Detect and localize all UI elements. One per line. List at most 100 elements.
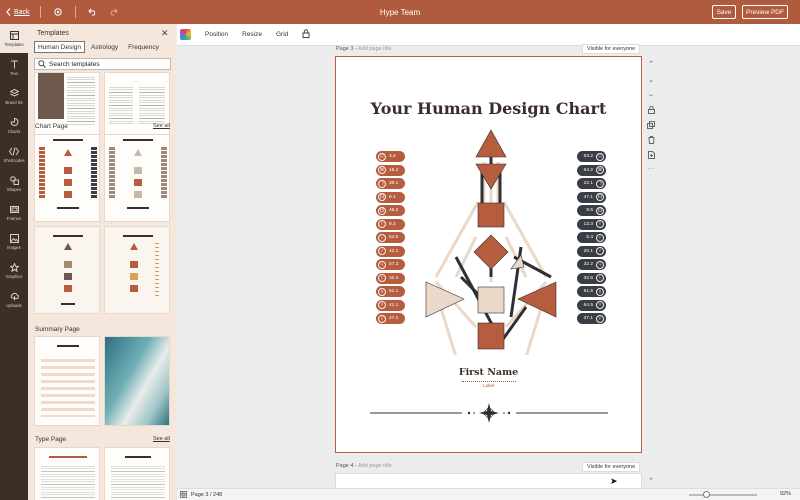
gate-pill[interactable]: ♅ 51.1	[376, 286, 405, 297]
resize-button[interactable]: Resize	[242, 31, 262, 38]
gate-pill[interactable]: ♂ 42.1	[376, 245, 405, 257]
add-page-title-input[interactable]: Add page title	[358, 463, 392, 469]
throat-center[interactable]	[477, 202, 505, 228]
save-button[interactable]: Save	[712, 5, 736, 19]
see-all-link[interactable]: See all	[153, 123, 170, 129]
add-page-icon[interactable]	[645, 149, 657, 161]
tab-frequency[interactable]: Frequency	[124, 41, 163, 53]
template-thumbnail[interactable]	[104, 447, 170, 500]
duplicate-icon[interactable]	[645, 119, 657, 131]
rail-item-charts[interactable]: Charts	[0, 111, 28, 140]
name-label[interactable]: Label	[336, 383, 641, 388]
gate-pill[interactable]: ♀ 54.5	[376, 232, 405, 243]
collapse-icon[interactable]: ⌣	[645, 90, 657, 102]
search-input[interactable]	[49, 60, 149, 68]
chevron-down-icon[interactable]: ⌄	[645, 74, 657, 86]
more-icon[interactable]: ⋯	[645, 163, 657, 175]
template-thumbnail[interactable]	[104, 336, 170, 426]
thumbnail-pills-right	[91, 147, 97, 199]
gate-pill[interactable]: 37.1 ♇	[577, 313, 606, 324]
gate-pill[interactable]: 32.6 ♄	[577, 272, 606, 284]
template-thumbnail[interactable]	[34, 336, 100, 426]
gate-pill[interactable]: 22.1 ☽	[577, 178, 606, 189]
add-page-title-input[interactable]: Add page title	[358, 46, 392, 52]
page-navigator[interactable]: Page 3 / 248	[180, 491, 222, 498]
redo-icon[interactable]	[106, 5, 120, 19]
gate-pill[interactable]: ♆ 41.1	[376, 299, 405, 311]
close-icon[interactable]: ✕	[161, 28, 169, 39]
grid-view-icon	[180, 491, 187, 498]
spleen-center[interactable]	[425, 281, 465, 318]
gate-pill[interactable]: ☉ 3.4	[376, 151, 405, 162]
gate-pill[interactable]: 51.5 ♅	[577, 286, 606, 297]
rail-item-shapes[interactable]: Shapes	[0, 169, 28, 198]
chevron-up-icon[interactable]: ⌃	[645, 475, 657, 487]
rail-item-shortcodes[interactable]: Shortcodes	[0, 140, 28, 169]
tab-astrology[interactable]: Astrology	[87, 41, 122, 53]
chart-title[interactable]: Your Human Design Chart	[336, 99, 641, 118]
gate-pill[interactable]: 13.3 ☿	[577, 218, 606, 230]
g-center[interactable]	[473, 234, 509, 270]
gate-pill[interactable]: 63.2 ☉	[577, 151, 606, 162]
gate-pill[interactable]: 20.1 ♂	[577, 245, 606, 257]
gate-pill[interactable]: 5.3 ♀	[577, 232, 606, 243]
undo-icon[interactable]	[86, 5, 100, 19]
rail-item-uploads[interactable]: Uploads	[0, 285, 28, 314]
first-name-text[interactable]: First Name	[336, 367, 641, 378]
gate-pill[interactable]: 47.1 ☊	[577, 191, 606, 203]
bodygraph-diagram[interactable]	[416, 127, 566, 355]
template-thumbnail[interactable]	[34, 226, 100, 314]
lock-icon[interactable]	[302, 29, 310, 40]
template-thumbnail[interactable]	[34, 447, 100, 500]
gate-pill[interactable]: ♃ 57.3	[376, 259, 405, 270]
visibility-button[interactable]: Visible for everyone	[582, 44, 641, 54]
section-title-summary-page: Summary Page	[35, 326, 80, 333]
sacral-center[interactable]	[477, 286, 505, 314]
rail-item-text[interactable]: Text	[0, 53, 28, 82]
gate-pill[interactable]: 32.2 ♃	[577, 259, 606, 270]
star-divider[interactable]	[370, 401, 608, 425]
template-thumbnail[interactable]	[104, 226, 170, 314]
lock-page-icon[interactable]	[645, 104, 657, 116]
zoom-slider-handle[interactable]	[703, 491, 710, 498]
rail-item-brand-kit[interactable]: Brand Kit	[0, 82, 28, 111]
rail-item-frames[interactable]: Frames	[0, 198, 28, 227]
gate-pill[interactable]: ☊ 6.1	[376, 191, 405, 203]
settings-gear-icon[interactable]	[51, 5, 65, 19]
gate-pill[interactable]: ♄ 32.4	[376, 272, 405, 284]
chevron-up-icon[interactable]: ⌃	[645, 58, 657, 70]
see-all-link[interactable]: See all	[153, 436, 170, 442]
gate-pill[interactable]: 64.5 ♆	[577, 299, 606, 311]
visibility-button[interactable]: Visible for everyone	[582, 462, 641, 472]
head-center[interactable]	[475, 129, 507, 158]
root-center[interactable]	[477, 322, 505, 350]
rail-item-images[interactable]: Images	[0, 227, 28, 256]
gate-pill[interactable]: 9.5 ☋	[577, 205, 606, 216]
preview-pdf-button[interactable]: Preview PDF	[742, 5, 788, 19]
gate-value: 63.2	[583, 154, 593, 159]
gate-pill[interactable]: ☋ 46.2	[376, 205, 405, 216]
thumbnail-pills-left	[109, 147, 115, 199]
tab-human-design[interactable]: Human Design	[34, 41, 85, 53]
back-button[interactable]: Back	[6, 8, 30, 16]
gate-pill[interactable]: ☿ 9.2	[376, 218, 405, 230]
thumbnail-bodygraph	[123, 243, 145, 297]
gate-pill[interactable]: ♇ 27.1	[376, 313, 405, 324]
trash-icon[interactable]	[645, 134, 657, 146]
zoom-slider[interactable]	[689, 491, 757, 498]
template-thumbnail[interactable]	[104, 134, 170, 222]
color-picker-icon[interactable]	[180, 29, 191, 40]
rail-item-graphics[interactable]: Graphics	[0, 256, 28, 285]
rail-label: Frames	[6, 215, 22, 221]
page-3[interactable]: Your Human Design Chart ☉ 3.4 ⊕ 15.4 ☽ 38.1 ☊ 6…	[335, 56, 642, 453]
planet-icon: ☊	[596, 193, 604, 201]
template-thumbnail[interactable]	[34, 134, 100, 222]
gate-value: 13.3	[583, 221, 593, 227]
gate-pill[interactable]: 64.2 ⊕	[577, 164, 606, 176]
document-title: Hype Team	[379, 7, 421, 17]
gate-pill[interactable]: ☽ 38.1	[376, 178, 405, 189]
rail-item-templates[interactable]: Templates	[0, 24, 28, 53]
gate-pill[interactable]: ⊕ 15.4	[376, 164, 405, 176]
position-button[interactable]: Position	[205, 31, 228, 38]
grid-button[interactable]: Grid	[276, 31, 288, 38]
